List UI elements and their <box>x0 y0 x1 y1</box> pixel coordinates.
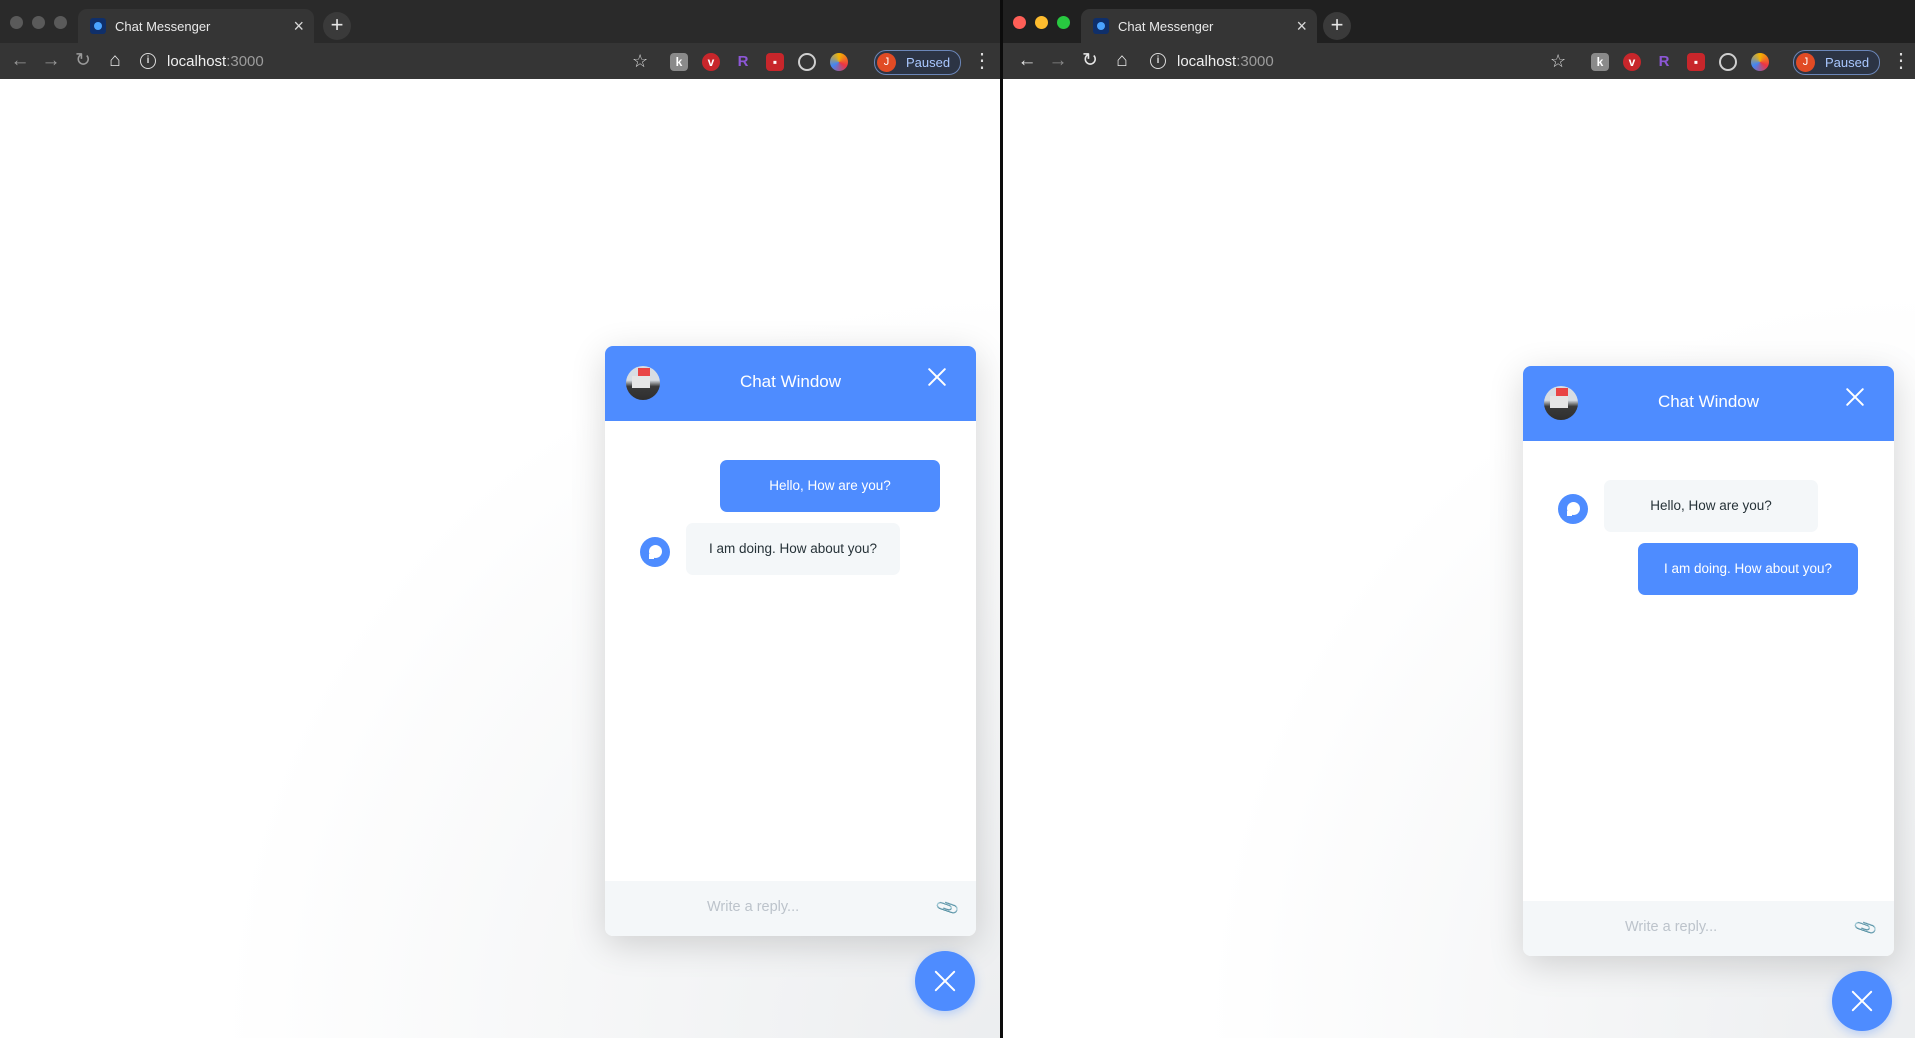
new-tab-button[interactable]: + <box>323 12 351 40</box>
browser-window-left: Chat Messenger × + ← → ↻ ⌂ i localhost:3… <box>0 0 1000 1038</box>
more-menu-icon[interactable]: ⋮ <box>1891 49 1911 73</box>
target-extension-icon[interactable] <box>798 53 816 71</box>
back-icon[interactable]: ← <box>1015 49 1039 73</box>
message-composer[interactable]: Write a reply... 📎 <box>605 881 976 936</box>
r-extension-icon[interactable]: R <box>1655 53 1673 71</box>
back-icon[interactable]: ← <box>8 49 32 73</box>
tab-strip: Chat Messenger × + <box>0 0 1000 43</box>
reload-icon[interactable]: ↻ <box>71 49 95 73</box>
chat-window: Chat Window Hello, How are you? I am doi… <box>1523 366 1894 956</box>
tab-strip: Chat Messenger × + <box>1003 0 1915 43</box>
forward-icon[interactable]: → <box>1046 49 1070 73</box>
home-icon[interactable]: ⌂ <box>103 49 127 73</box>
agent-chat-icon <box>640 537 670 567</box>
message-sent: Hello, How are you? <box>720 460 940 512</box>
attach-file-icon[interactable]: 📎 <box>934 894 961 921</box>
message-received: I am doing. How about you? <box>686 523 900 575</box>
profile-avatar: J <box>877 53 896 72</box>
forward-icon[interactable]: → <box>39 49 63 73</box>
palette-extension-icon[interactable] <box>1751 53 1769 71</box>
site-info-icon[interactable]: i <box>140 53 156 69</box>
close-chat-icon[interactable] <box>928 368 946 386</box>
minimize-window-button[interactable] <box>1035 16 1048 29</box>
window-controls <box>1013 16 1070 29</box>
gift-extension-icon[interactable]: ▪ <box>766 53 784 71</box>
close-window-button[interactable] <box>10 16 23 29</box>
agent-chat-icon <box>1558 494 1588 524</box>
chat-header: Chat Window <box>605 346 976 421</box>
reply-input[interactable]: Write a reply... <box>1625 919 1717 935</box>
more-menu-icon[interactable]: ⋮ <box>972 49 992 73</box>
address-bar[interactable]: i localhost:3000 <box>140 47 264 75</box>
close-tab-icon[interactable]: × <box>1296 17 1307 35</box>
extensions-bar: k v R ▪ <box>1591 53 1769 71</box>
chat-launcher-close-button[interactable] <box>1832 971 1892 1031</box>
chat-header: Chat Window <box>1523 366 1894 441</box>
profile-avatar: J <box>1796 53 1815 72</box>
zoom-window-button[interactable] <box>1057 16 1070 29</box>
home-icon[interactable]: ⌂ <box>1110 49 1134 73</box>
page-content: Chat Window Hello, How are you? I am doi… <box>0 79 1000 1038</box>
address-bar[interactable]: i localhost:3000 <box>1150 47 1274 75</box>
browser-tab[interactable]: Chat Messenger × <box>78 9 314 43</box>
minimize-window-button[interactable] <box>32 16 45 29</box>
profile-paused-button[interactable]: J Paused <box>874 50 962 75</box>
k-extension-icon[interactable]: k <box>670 53 688 71</box>
url-text: localhost:3000 <box>167 52 264 70</box>
url-text: localhost:3000 <box>1177 52 1274 70</box>
attach-file-icon[interactable]: 📎 <box>1852 914 1879 941</box>
tab-title: Chat Messenger <box>115 18 211 34</box>
chat-title: Chat Window <box>1657 392 1760 411</box>
bookmark-star-icon[interactable]: ☆ <box>1550 49 1566 73</box>
k-extension-icon[interactable]: k <box>1591 53 1609 71</box>
chat-favicon-icon <box>1093 18 1109 34</box>
site-info-icon[interactable]: i <box>1150 53 1166 69</box>
close-window-button[interactable] <box>1013 16 1026 29</box>
profile-paused-button[interactable]: J Paused <box>1793 50 1881 75</box>
message-sent: I am doing. How about you? <box>1638 543 1858 595</box>
browser-window-right: Chat Messenger × + ← → ↻ ⌂ i localhost:3… <box>1003 0 1915 1038</box>
browser-tab[interactable]: Chat Messenger × <box>1081 9 1317 43</box>
gift-extension-icon[interactable]: ▪ <box>1687 53 1705 71</box>
page-content: Chat Window Hello, How are you? I am doi… <box>1003 79 1915 1038</box>
vivaldi-extension-icon[interactable]: v <box>702 53 720 71</box>
zoom-window-button[interactable] <box>54 16 67 29</box>
target-extension-icon[interactable] <box>1719 53 1737 71</box>
chat-window: Chat Window Hello, How are you? I am doi… <box>605 346 976 936</box>
bookmark-star-icon[interactable]: ☆ <box>632 49 648 73</box>
r-extension-icon[interactable]: R <box>734 53 752 71</box>
browser-toolbar: ← → ↻ ⌂ i localhost:3000 ☆ k v R ▪ J Pau… <box>1003 43 1915 79</box>
reply-input[interactable]: Write a reply... <box>707 899 799 915</box>
close-tab-icon[interactable]: × <box>293 17 304 35</box>
chat-favicon-icon <box>90 18 106 34</box>
profile-status: Paused <box>906 55 951 70</box>
palette-extension-icon[interactable] <box>830 53 848 71</box>
chat-title: Chat Window <box>739 372 842 391</box>
new-tab-button[interactable]: + <box>1323 12 1351 40</box>
vivaldi-extension-icon[interactable]: v <box>1623 53 1641 71</box>
reload-icon[interactable]: ↻ <box>1078 49 1102 73</box>
message-composer[interactable]: Write a reply... 📎 <box>1523 901 1894 956</box>
chat-launcher-close-button[interactable] <box>915 951 975 1011</box>
extensions-bar: k v R ▪ <box>670 53 848 71</box>
tab-title: Chat Messenger <box>1118 18 1214 34</box>
message-received: Hello, How are you? <box>1604 480 1818 532</box>
window-controls <box>10 16 67 29</box>
profile-status: Paused <box>1825 55 1870 70</box>
close-chat-icon[interactable] <box>1846 388 1864 406</box>
browser-toolbar: ← → ↻ ⌂ i localhost:3000 ☆ k v R ▪ J Pau… <box>0 43 1000 79</box>
